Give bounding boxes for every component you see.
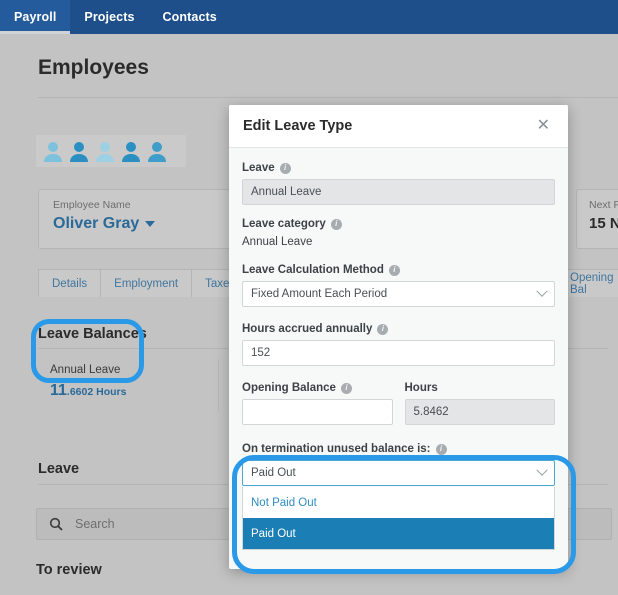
- label-text: On termination unused balance is:: [242, 443, 431, 455]
- hours-value-text: 5.8462: [413, 406, 449, 418]
- dropdown-option-not-paid-out[interactable]: Not Paid Out: [243, 487, 554, 518]
- employee-avatars-strip: [36, 135, 186, 167]
- tab-label: Details: [52, 277, 88, 290]
- modal-body: Leave i Annual Leave Leave category i An…: [229, 148, 568, 550]
- hours-accrued-value: 152: [251, 347, 271, 359]
- hours-value-field: 5.8462: [404, 399, 555, 425]
- chevron-down-icon: [145, 221, 156, 227]
- info-icon[interactable]: i: [279, 162, 291, 174]
- next-pay-value: 15 N: [589, 215, 618, 232]
- nav-item-payroll[interactable]: Payroll: [0, 0, 71, 34]
- on-termination-dropdown-list: Not Paid Out Paid Out: [242, 487, 555, 550]
- modal-header: Edit Leave Type ✕: [229, 105, 568, 148]
- tab-label: Opening Bal: [570, 271, 614, 296]
- leave-balance-tile-annual-leave[interactable]: Annual Leave 11.6602 Hours: [38, 355, 210, 415]
- hours-accrued-input[interactable]: 152: [242, 340, 555, 366]
- field-opening-balance-label: Opening Balance i: [242, 382, 393, 394]
- field-leave-category: Leave category i Annual Leave: [242, 218, 555, 248]
- info-icon[interactable]: i: [435, 443, 447, 455]
- nav-item-label: Contacts: [162, 10, 217, 24]
- field-calculation-method-label: Leave Calculation Method i: [242, 264, 555, 276]
- person-icon: [148, 142, 166, 162]
- calculation-method-value: Fixed Amount Each Period: [251, 288, 388, 300]
- leave-balance-divider: [218, 359, 219, 411]
- top-navigation: Payroll Projects Contacts: [0, 0, 618, 34]
- on-termination-select[interactable]: Paid Out: [242, 460, 555, 486]
- leave-balance-whole: 11: [50, 382, 67, 399]
- leave-balances-heading: Leave Balances: [38, 326, 147, 342]
- nav-item-contacts[interactable]: Contacts: [149, 0, 231, 34]
- nav-item-label: Projects: [84, 10, 135, 24]
- title-divider: [38, 97, 618, 98]
- tab-label: Employment: [114, 277, 179, 290]
- person-icon: [122, 142, 140, 162]
- search-icon: [49, 517, 63, 531]
- info-icon[interactable]: i: [340, 382, 352, 394]
- person-icon: [44, 142, 62, 162]
- label-text: Opening Balance: [242, 382, 336, 394]
- label-text: Leave Calculation Method: [242, 264, 384, 276]
- nav-item-label: Payroll: [14, 10, 57, 24]
- field-calculation-method: Leave Calculation Method i Fixed Amount …: [242, 264, 555, 307]
- field-leave: Leave i Annual Leave: [242, 162, 555, 205]
- dropdown-option-paid-out[interactable]: Paid Out: [243, 518, 554, 549]
- info-icon[interactable]: i: [388, 264, 400, 276]
- chevron-down-icon: [536, 285, 548, 297]
- app-root: Payroll Projects Contacts Employees Empl…: [0, 0, 618, 595]
- field-hours-label: Hours: [405, 382, 556, 394]
- info-icon[interactable]: i: [330, 218, 342, 230]
- leave-balance-value: 11.6602 Hours: [50, 382, 198, 400]
- nav-item-projects[interactable]: Projects: [70, 0, 148, 34]
- employee-name-value: Oliver Gray: [53, 215, 140, 232]
- field-row-opening-balance: Opening Balance i Hours 5.8462: [242, 382, 555, 425]
- label-text: Leave category: [242, 218, 326, 230]
- field-on-termination-label: On termination unused balance is: i: [242, 443, 555, 455]
- leave-category-value: Annual Leave: [242, 236, 313, 248]
- field-leave-label: Leave i: [242, 162, 555, 174]
- leave-balance-name: Annual Leave: [50, 364, 121, 376]
- to-review-heading: To review: [36, 562, 102, 578]
- leave-value-field: Annual Leave: [242, 179, 555, 205]
- field-leave-category-label: Leave category i: [242, 218, 555, 230]
- label-text: Leave: [242, 162, 275, 174]
- on-termination-value: Paid Out: [251, 467, 296, 479]
- dropdown-option-label: Not Paid Out: [251, 496, 317, 509]
- field-on-termination: On termination unused balance is: i Paid…: [242, 443, 555, 550]
- tab-details[interactable]: Details: [38, 269, 102, 297]
- field-opening-balance: Opening Balance i: [242, 382, 393, 425]
- tab-employment[interactable]: Employment: [100, 269, 193, 297]
- label-text: Hours: [404, 382, 438, 394]
- person-icon: [70, 142, 88, 162]
- field-hours-accrued-label: Hours accrued annually i: [242, 323, 555, 335]
- next-pay-card: Next P 15 N: [576, 189, 618, 249]
- leave-balance-fraction: .6602 Hours: [66, 386, 127, 398]
- field-hours: Hours 5.8462: [404, 382, 556, 425]
- chevron-down-icon: [536, 464, 548, 476]
- opening-balance-input[interactable]: [242, 399, 393, 425]
- person-icon: [96, 142, 114, 162]
- calculation-method-select[interactable]: Fixed Amount Each Period: [242, 281, 555, 307]
- close-icon[interactable]: ✕: [531, 116, 556, 136]
- edit-leave-type-modal: Edit Leave Type ✕ Leave i Annual Leave L…: [229, 105, 568, 569]
- dropdown-option-label: Paid Out: [251, 527, 296, 540]
- label-text: Hours accrued annually: [242, 323, 373, 335]
- modal-title: Edit Leave Type: [243, 118, 353, 134]
- employee-tabs: Details Employment Taxes: [38, 269, 250, 297]
- leave-heading: Leave: [38, 461, 80, 477]
- leave-value-text: Annual Leave: [251, 186, 322, 198]
- search-placeholder: Search: [75, 517, 115, 531]
- field-hours-accrued: Hours accrued annually i 152: [242, 323, 555, 366]
- page-title: Employees: [38, 56, 149, 79]
- next-pay-label: Next P: [589, 199, 618, 211]
- info-icon[interactable]: i: [377, 323, 389, 335]
